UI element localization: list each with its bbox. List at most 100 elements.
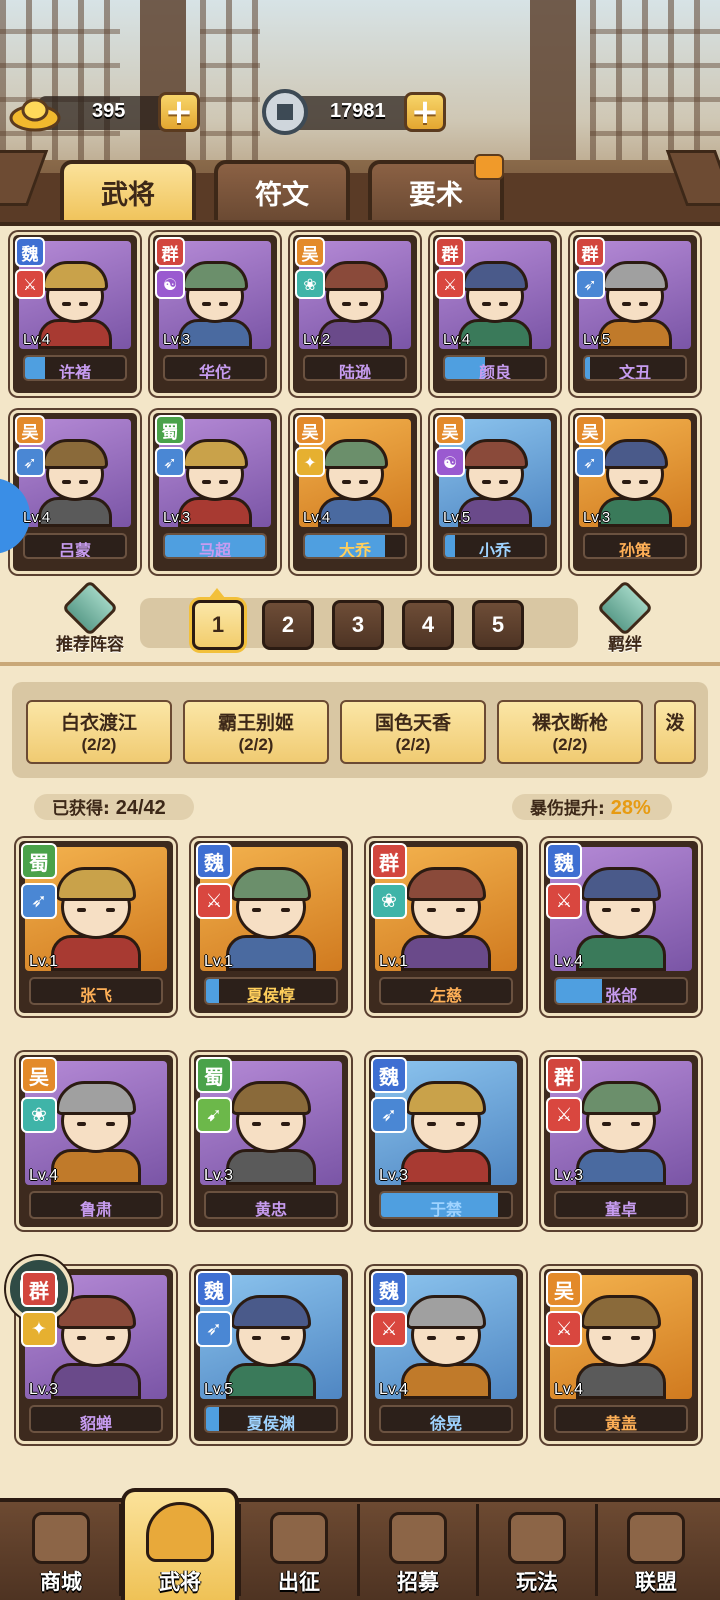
- bond-set-count: (2/2): [552, 735, 588, 754]
- nav-label: 联盟: [635, 1570, 677, 1594]
- hero-card[interactable]: 吴 ✦ Lv.4 大乔: [290, 410, 420, 574]
- nav-separator: [476, 1504, 479, 1596]
- heart-icon: [596, 579, 654, 637]
- hero-name-bar: 文丑: [583, 355, 687, 381]
- bond-set-chip[interactable]: 霸王别姬 (2/2): [183, 700, 329, 764]
- nav-item-5[interactable]: 联盟: [597, 1500, 715, 1600]
- hero-card[interactable]: 群 ⚔ Lv.3 董卓: [541, 1052, 701, 1230]
- page-button-5[interactable]: 5: [472, 600, 524, 650]
- hero-figure: [401, 1081, 491, 1185]
- hero-figure: [576, 867, 666, 971]
- hero-level: Lv.4: [303, 509, 331, 526]
- faction-badge: 群: [575, 237, 605, 267]
- hero-card[interactable]: 吴 ❀ Lv.4 鲁肃: [16, 1052, 176, 1230]
- hero-card[interactable]: 魏 ⚔ Lv.1 夏侯惇: [191, 838, 351, 1016]
- add-coin-button[interactable]: +: [404, 92, 446, 132]
- faction-badge: 群: [435, 237, 465, 267]
- hero-card[interactable]: 群 ⚔ Lv.4 颜良: [430, 232, 560, 396]
- hero-name: 左慈: [429, 986, 462, 1005]
- bond-set-title: 霸王别姬: [217, 712, 294, 734]
- hero-name: 徐晃: [429, 1414, 462, 1433]
- nav-separator: [119, 1504, 122, 1596]
- add-gold-button[interactable]: +: [158, 92, 200, 132]
- hero-card[interactable]: 魏 ⚔ Lv.4 张郃: [541, 838, 701, 1016]
- hero-name: 夏侯渊: [246, 1414, 295, 1433]
- page-pointer-icon: [209, 588, 225, 598]
- hero-card[interactable]: 魏 ➶ Lv.3 于禁: [366, 1052, 526, 1230]
- tab-runes[interactable]: 符文: [214, 160, 350, 220]
- crit-value: 28%: [610, 797, 651, 819]
- weapon-type-icon: ☯: [155, 269, 185, 299]
- faction-badge: 群: [371, 843, 407, 879]
- bond-set-chip[interactable]: 裸衣断枪 (2/2): [497, 700, 643, 764]
- tab-generals[interactable]: 武将: [60, 160, 196, 220]
- weapon-type-icon: ➶: [371, 1097, 407, 1133]
- hero-name-bar: 徐晃: [379, 1405, 513, 1433]
- hero-name-bar: 黄忠: [204, 1191, 338, 1219]
- hero-card[interactable]: 魏 ⚔ Lv.4 许褚: [10, 232, 140, 396]
- hero-name: 董卓: [604, 1200, 637, 1219]
- page-button-3[interactable]: 3: [332, 600, 384, 650]
- hero-card[interactable]: 魏 ➶ Lv.5 夏侯渊: [191, 1266, 351, 1444]
- weapon-type-icon: ➶: [155, 447, 185, 477]
- page-button-1[interactable]: 1: [192, 600, 244, 650]
- recommend-lineup-button[interactable]: 推荐阵容: [46, 579, 134, 656]
- nav-item-0[interactable]: 商城: [2, 1500, 120, 1600]
- hero-name: 陆逊: [338, 363, 371, 381]
- hero-name: 大乔: [338, 541, 371, 559]
- weapon-type-icon: ⚔: [546, 1311, 582, 1347]
- bond-set-count: (2/2): [238, 735, 274, 754]
- hero-level: Lv.4: [23, 331, 51, 348]
- nav-item-4[interactable]: 玩法: [478, 1500, 596, 1600]
- faction-badge: 蜀: [155, 415, 185, 445]
- hero-card[interactable]: 群 ➶ Lv.5 文丑: [570, 232, 700, 396]
- hero-name-bar: 夏侯渊: [204, 1405, 338, 1433]
- hero-name-bar: 于禁: [379, 1191, 513, 1219]
- nav-label: 招募: [397, 1570, 439, 1594]
- hero-card[interactable]: 群 ❀ Lv.1 左慈: [366, 838, 526, 1016]
- weapon-type-icon: ❀: [295, 269, 325, 299]
- page-button-4[interactable]: 4: [402, 600, 454, 650]
- hero-level: Lv.1: [379, 953, 409, 970]
- bond-set-title: 泼: [665, 712, 685, 734]
- hero-card[interactable]: 吴 ☯ Lv.5 小乔: [430, 410, 560, 574]
- hero-card[interactable]: 魏 ⚔ Lv.4 徐晃: [366, 1266, 526, 1444]
- hero-name: 貂蝉: [79, 1414, 112, 1433]
- hero-level: Lv.1: [29, 953, 59, 970]
- hero-card[interactable]: 蜀 ➶ Lv.3 马超: [150, 410, 280, 574]
- nav-item-3[interactable]: 招募: [359, 1500, 477, 1600]
- page-button-2[interactable]: 2: [262, 600, 314, 650]
- faction-badge: 魏: [371, 1271, 407, 1307]
- hero-figure: [226, 1295, 316, 1399]
- nav-label: 玩法: [516, 1570, 558, 1594]
- bond-set-chip[interactable]: 国色天香 (2/2): [340, 700, 486, 764]
- hero-card[interactable]: 吴 ➶ Lv.4 吕蒙: [10, 410, 140, 574]
- hero-card[interactable]: 蜀 ➶ Lv.1 张飞: [16, 838, 176, 1016]
- crit-label: 暴伤提升:: [530, 799, 605, 819]
- nav-separator: [595, 1504, 598, 1596]
- hero-name-bar: 张飞: [29, 977, 163, 1005]
- alliance-icon: [627, 1512, 685, 1564]
- hero-level: Lv.3: [163, 509, 191, 526]
- faction-badge: 蜀: [196, 1057, 232, 1093]
- hero-card[interactable]: 吴 ⚔ Lv.4 黄盖: [541, 1266, 701, 1444]
- bond-set-chip[interactable]: 白衣渡江 (2/2): [26, 700, 172, 764]
- hero-name-bar: 许褚: [23, 355, 127, 381]
- nav-label: 武将: [159, 1570, 201, 1594]
- faction-badge: 吴: [435, 415, 465, 445]
- hero-card[interactable]: 群 ✦ Lv.3 貂蝉: [16, 1266, 176, 1444]
- hero-name-bar: 黄盖: [554, 1405, 688, 1433]
- hero-card[interactable]: 吴 ❀ Lv.2 陆逊: [290, 232, 420, 396]
- nav-item-2[interactable]: 出征: [240, 1500, 358, 1600]
- bond-set-chip[interactable]: 泼: [654, 700, 696, 764]
- nav-item-1[interactable]: 武将: [121, 1488, 239, 1600]
- hero-card[interactable]: 蜀 ➹ Lv.3 黄忠: [191, 1052, 351, 1230]
- bond-button[interactable]: 羁绊: [590, 579, 660, 656]
- obtained-label: 已获得:: [52, 799, 110, 819]
- hero-level: Lv.3: [583, 509, 611, 526]
- hero-card[interactable]: 吴 ➶ Lv.3 孙策: [570, 410, 700, 574]
- bond-set-count: (2/2): [81, 735, 117, 754]
- hero-card[interactable]: 群 ☯ Lv.3 华佗: [150, 232, 280, 396]
- faction-badge: 群: [21, 1271, 57, 1307]
- hero-level: Lv.3: [554, 1167, 584, 1184]
